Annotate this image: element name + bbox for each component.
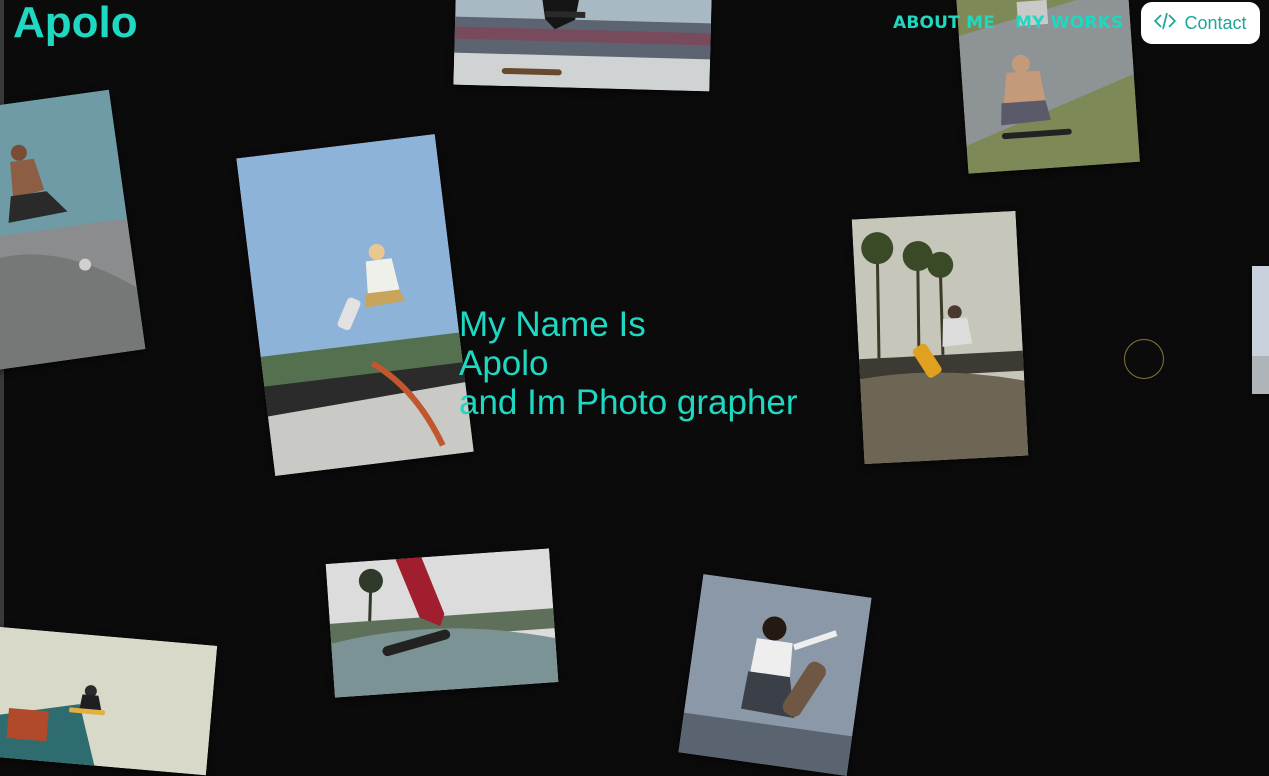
contact-button[interactable]: Contact: [1141, 2, 1260, 44]
gallery-photo[interactable]: [851, 210, 1029, 465]
hero-line-1: My Name Is: [459, 305, 646, 344]
gallery-photo[interactable]: [453, 0, 713, 92]
hero-heading: My Name Is Apolo and Im Photo grapher: [459, 305, 798, 422]
gallery-photo[interactable]: [325, 548, 559, 698]
hero-line-3: and Im Photo grapher: [459, 383, 798, 422]
gallery-photo[interactable]: [1252, 266, 1269, 394]
nav-about-me[interactable]: ABOUT ME: [893, 13, 995, 33]
gallery-photo[interactable]: [0, 89, 146, 373]
code-brackets-icon: [1154, 12, 1177, 35]
gallery-photo[interactable]: [678, 574, 872, 776]
hero-line-2: Apolo: [459, 344, 549, 383]
gallery-photo[interactable]: [0, 626, 218, 776]
nav-my-works[interactable]: MY WORKS: [1015, 13, 1123, 33]
contact-label: Contact: [1184, 12, 1247, 33]
logo[interactable]: Apolo: [13, 0, 138, 46]
cursor-ring: [1124, 339, 1164, 379]
gallery-photo[interactable]: [236, 134, 474, 476]
